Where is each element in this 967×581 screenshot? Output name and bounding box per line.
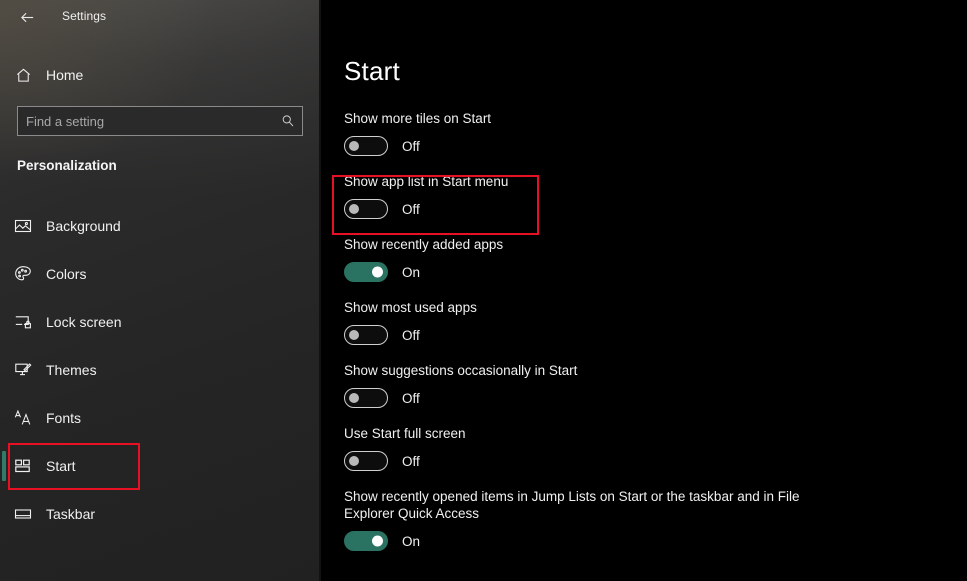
sidebar-item-label: Start [46, 458, 76, 474]
sidebar-item-colors[interactable]: Colors [0, 250, 300, 298]
themes-icon [0, 361, 46, 379]
toggle-knob [349, 204, 359, 214]
sidebar-item-label: Fonts [46, 410, 82, 426]
toggle-switch[interactable] [344, 136, 388, 156]
selection-indicator [2, 451, 6, 481]
sidebar-item-label: Themes [46, 362, 97, 378]
sidebar-item-home[interactable]: Home [0, 60, 300, 90]
search-input[interactable] [18, 107, 274, 135]
toggle-knob [349, 393, 359, 403]
toggle-switch[interactable] [344, 262, 388, 282]
sidebar-item-fonts[interactable]: Fonts [0, 394, 300, 442]
toggle-knob [372, 266, 383, 278]
toggle-knob [349, 141, 359, 151]
main-content: Start Show more tiles on Start Off Show ap… [322, 0, 967, 581]
settings-window: Settings Home Personalization Backgrou [0, 0, 967, 581]
sidebar-item-label: Taskbar [46, 506, 96, 522]
setting-label: Show suggestions occasionally in Start [344, 363, 578, 378]
toggle-state-label: Off [402, 138, 420, 154]
start-tiles-icon [0, 457, 46, 475]
toggle-state-label: On [402, 533, 421, 549]
toggle-switch[interactable] [344, 199, 388, 219]
setting-item: Show more tiles on Start Off [344, 110, 944, 156]
setting-item: Use Start full screen Off [344, 425, 944, 471]
page-title: Start [344, 56, 400, 86]
toggle-state-label: Off [402, 453, 420, 469]
back-arrow-icon[interactable] [12, 4, 42, 30]
toggle-row: On [344, 531, 944, 551]
setting-item: Show recently added apps On [344, 236, 944, 282]
toggle-row: Off [344, 388, 944, 408]
toggle-state-label: On [402, 264, 421, 280]
toggle-switch[interactable] [344, 531, 388, 551]
search-box[interactable] [17, 106, 303, 136]
setting-item: Show app list in Start menu Off [344, 173, 944, 219]
toggle-row: Off [344, 451, 944, 471]
setting-label: Show recently added apps [344, 237, 504, 252]
setting-item: Show suggestions occasionally in Start Of… [344, 362, 944, 408]
setting-label: Show most used apps [344, 300, 477, 315]
search-icon[interactable] [274, 114, 302, 128]
setting-label: Show recently opened items in Jump Lists… [344, 489, 800, 521]
sidebar-item-start[interactable]: Start [0, 442, 300, 490]
setting-item: Show recently opened items in Jump Lists… [344, 488, 944, 551]
toggle-state-label: Off [402, 390, 420, 406]
sidebar-item-label: Lock screen [46, 314, 122, 330]
sidebar-item-home-label: Home [46, 67, 84, 83]
sidebar-item-taskbar[interactable]: Taskbar [0, 490, 300, 538]
sidebar-section-title: Personalization [17, 158, 117, 173]
sidebar-item-label: Background [46, 218, 121, 234]
sidebar-item-label: Colors [46, 266, 87, 282]
toggle-row: Off [344, 136, 944, 156]
toggle-state-label: Off [402, 327, 420, 343]
toggle-row: Off [344, 199, 944, 219]
setting-label: Use Start full screen [344, 426, 466, 441]
toggle-switch[interactable] [344, 451, 388, 471]
sidebar-nav-list: Background Colors Lock screen Themes Fonts St… [0, 202, 320, 538]
fonts-icon [0, 409, 46, 427]
setting-item: Show most used apps Off [344, 299, 944, 345]
window-title: Settings [62, 9, 107, 23]
picture-icon [0, 217, 46, 235]
home-icon [0, 67, 46, 84]
palette-icon [0, 265, 46, 283]
sidebar-item-lock-screen[interactable]: Lock screen [0, 298, 300, 346]
settings-list: Show more tiles on Start Off Show app list… [344, 110, 944, 568]
taskbar-icon [0, 505, 46, 523]
toggle-state-label: Off [402, 201, 420, 217]
sidebar-item-themes[interactable]: Themes [0, 346, 300, 394]
toggle-knob [349, 456, 359, 466]
toggle-switch[interactable] [344, 325, 388, 345]
setting-label: Show more tiles on Start [344, 111, 492, 126]
toggle-row: On [344, 262, 944, 282]
sidebar-item-background[interactable]: Background [0, 202, 300, 250]
setting-label: Show app list in Start menu [344, 174, 509, 189]
toggle-row: Off [344, 325, 944, 345]
toggle-knob [372, 535, 383, 547]
lock-screen-icon [0, 313, 46, 331]
toggle-switch[interactable] [344, 388, 388, 408]
toggle-knob [349, 330, 359, 340]
